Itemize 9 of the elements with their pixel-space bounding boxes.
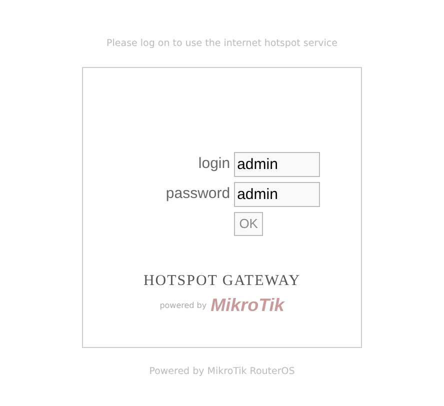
notice-text: Please log on to use the internet hotspot service [106,37,338,51]
footer-text: Powered by MikroTik RouterOS [149,365,295,379]
logo-text: MikroTik [210,294,284,314]
field-label: password [166,184,230,204]
input-field[interactable]: admin [234,152,320,177]
field-label: login [197,154,230,174]
powered-by-text: powered by [160,300,207,312]
input-field[interactable]: admin [234,182,320,207]
gateway-title: HOTSPOT GATEWAY [143,272,301,291]
